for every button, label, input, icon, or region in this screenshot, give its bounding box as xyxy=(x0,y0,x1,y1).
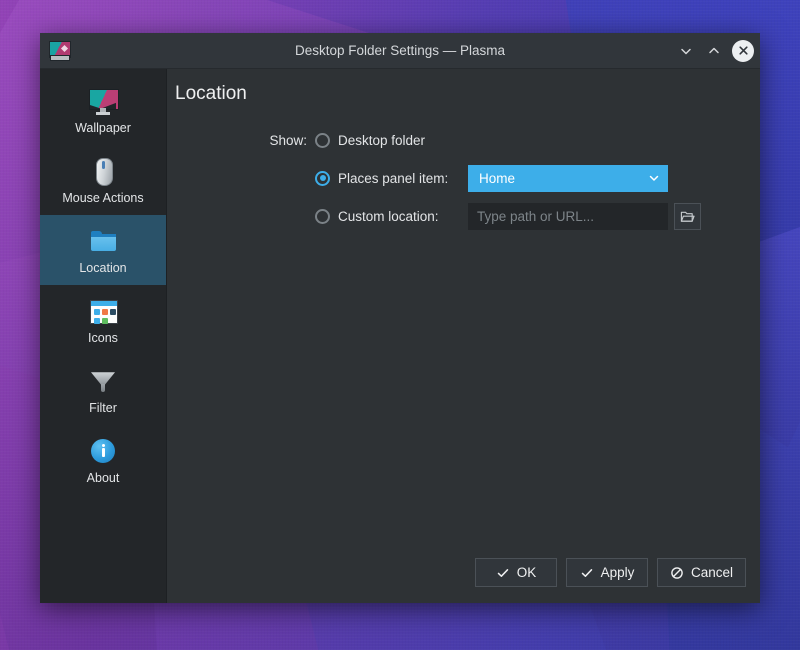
sidebar-item-label: Mouse Actions xyxy=(62,192,143,205)
window-controls xyxy=(673,38,754,64)
sidebar-item-icons[interactable]: Icons xyxy=(40,285,166,355)
row-places-panel-item: Places panel item: Home xyxy=(167,165,760,191)
custom-location-input[interactable] xyxy=(468,203,668,230)
row-desktop-folder: Show: Desktop folder xyxy=(167,127,760,153)
sidebar-item-about[interactable]: About xyxy=(40,425,166,495)
dialog-body: Wallpaper Mouse Actions Location xyxy=(40,69,760,603)
location-form: Show: Desktop folder Places panel item: … xyxy=(167,105,760,558)
chevron-down-icon xyxy=(647,171,661,185)
window-title: Desktop Folder Settings — Plasma xyxy=(40,43,760,58)
sidebar-item-label: Wallpaper xyxy=(75,122,131,135)
show-label: Show: xyxy=(167,133,315,148)
sidebar-item-filter[interactable]: Filter xyxy=(40,355,166,425)
folder-open-icon xyxy=(680,209,695,224)
settings-sidebar: Wallpaper Mouse Actions Location xyxy=(40,69,167,603)
check-icon xyxy=(496,566,510,580)
settings-dialog-window: Desktop Folder Settings — Plasma xyxy=(40,33,760,603)
ok-button-label: OK xyxy=(517,565,537,580)
places-panel-combobox[interactable]: Home xyxy=(468,165,668,192)
cancel-button-label: Cancel xyxy=(691,565,733,580)
check-icon xyxy=(580,566,594,580)
sidebar-item-wallpaper[interactable]: Wallpaper xyxy=(40,75,166,145)
mouse-icon xyxy=(87,155,119,187)
funnel-icon xyxy=(87,365,119,397)
title-bar[interactable]: Desktop Folder Settings — Plasma xyxy=(40,33,760,69)
sidebar-item-label: About xyxy=(87,472,120,485)
file-manager-icon xyxy=(87,295,119,327)
sidebar-item-location[interactable]: Location xyxy=(40,215,166,285)
apply-button[interactable]: Apply xyxy=(566,558,648,587)
radio-places-panel-item[interactable] xyxy=(315,171,330,186)
page-title: Location xyxy=(167,69,760,105)
ok-button[interactable]: OK xyxy=(475,558,557,587)
info-circle-icon xyxy=(87,435,119,467)
browse-folder-button[interactable] xyxy=(674,203,701,230)
wallpaper-monitor-icon xyxy=(87,85,119,117)
maximize-icon[interactable] xyxy=(701,38,727,64)
places-combobox-value: Home xyxy=(479,171,515,186)
radio-custom-location[interactable] xyxy=(315,209,330,224)
dialog-footer: OK Apply Cancel xyxy=(167,558,760,603)
cancel-button[interactable]: Cancel xyxy=(657,558,746,587)
window-app-icon xyxy=(48,41,70,61)
desktop-wallpaper: Desktop Folder Settings — Plasma xyxy=(0,0,800,650)
folder-icon xyxy=(87,225,119,257)
radio-places-panel-item-label[interactable]: Places panel item: xyxy=(338,171,468,186)
row-custom-location: Custom location: xyxy=(167,203,760,229)
sidebar-item-label: Location xyxy=(79,262,126,275)
settings-content: Location Show: Desktop folder Places pan… xyxy=(167,69,760,603)
close-icon[interactable] xyxy=(732,40,754,62)
radio-custom-location-label[interactable]: Custom location: xyxy=(338,209,468,224)
sidebar-item-mouse-actions[interactable]: Mouse Actions xyxy=(40,145,166,215)
minimize-icon[interactable] xyxy=(673,38,699,64)
no-entry-icon xyxy=(670,566,684,580)
radio-desktop-folder[interactable] xyxy=(315,133,330,148)
sidebar-item-label: Icons xyxy=(88,332,118,345)
sidebar-item-label: Filter xyxy=(89,402,117,415)
radio-desktop-folder-label[interactable]: Desktop folder xyxy=(338,133,425,148)
apply-button-label: Apply xyxy=(601,565,635,580)
